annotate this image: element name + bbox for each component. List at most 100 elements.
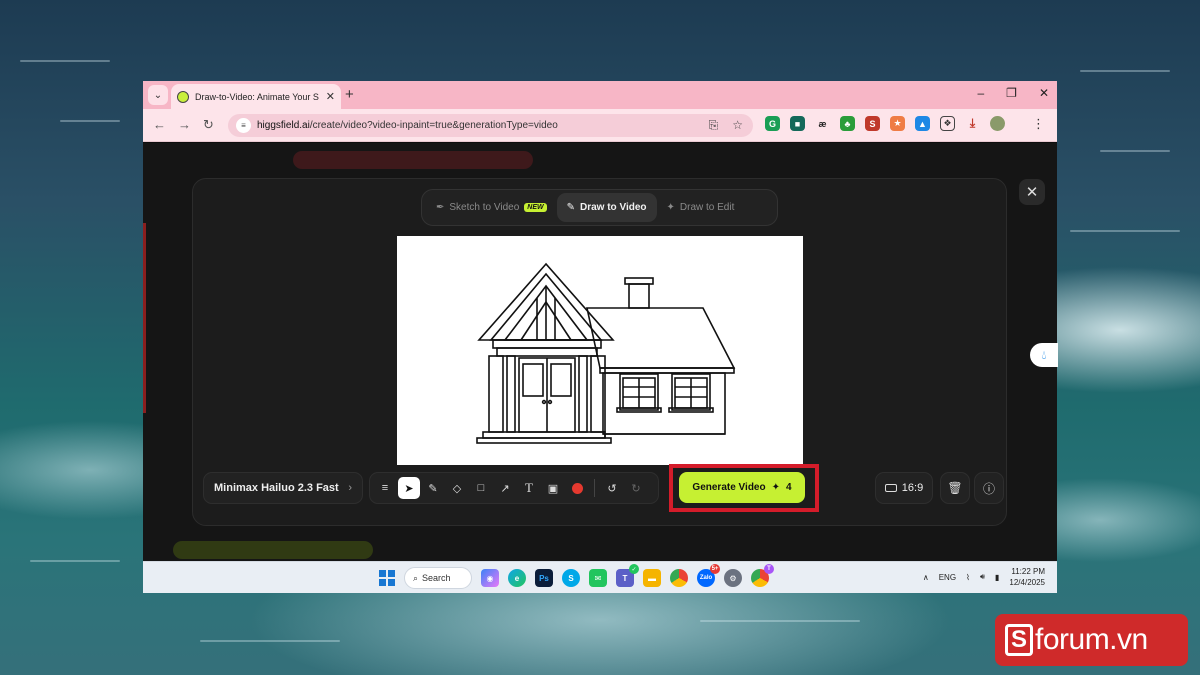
arrow-tool-icon[interactable]: ↗ — [494, 477, 516, 499]
bookmark-star-icon[interactable]: ☆ — [732, 118, 743, 133]
settings-gear-icon[interactable]: ⚙ — [724, 569, 742, 587]
profile-avatar[interactable] — [990, 116, 1005, 131]
floating-drops-widget-icon[interactable]: 💧︎ — [1030, 343, 1058, 367]
language-indicator[interactable]: ENG — [939, 573, 956, 582]
photoshop-icon[interactable]: Ps — [535, 569, 553, 587]
grammarly-extension-icon[interactable]: G — [765, 116, 780, 131]
tab-bar: ⌄ Draw-to-Video: Animate Your S ✕ + – ❐ … — [143, 81, 1057, 109]
zalo-notification-badge: 5+ — [710, 564, 720, 574]
extensions-puzzle-icon[interactable]: ❖ — [940, 116, 955, 131]
edge-icon[interactable]: e — [508, 569, 526, 587]
teams-icon[interactable]: T ✓ — [616, 564, 639, 587]
zalo-icon[interactable]: Zalo 5+ — [697, 564, 720, 587]
chrome-profile-icon[interactable]: T — [751, 564, 774, 587]
extensions-area: G ■ æ ♣ S ★ ▲ ❖ ⤓ — [765, 116, 1005, 131]
sketch-icon: ✒ — [436, 202, 445, 213]
extension-s-icon[interactable]: S — [865, 116, 880, 131]
chimney-cap — [624, 277, 654, 285]
extension-icon-4[interactable]: ♣ — [840, 116, 855, 131]
mode-draw-to-video[interactable]: ✎ Draw to Video — [556, 193, 657, 222]
info-icon[interactable]: ⓘ — [974, 472, 1004, 504]
system-tray: ∧ ENG ⌇ 🔊︎ ▮ 11:22 PM 12/4/2025 — [923, 566, 1045, 588]
site-info-icon[interactable]: ≡ — [236, 118, 251, 133]
skype-icon[interactable]: S — [562, 569, 580, 587]
rectangle-tool-icon[interactable]: □ — [470, 477, 492, 499]
mode-label: Sketch to Video — [449, 202, 520, 213]
pencil-icon: ✎ — [566, 202, 575, 213]
house-sketch — [476, 262, 736, 444]
sparkle-icon: ✦ — [771, 482, 780, 493]
aspect-ratio-label: 16:9 — [901, 482, 924, 494]
address-bar[interactable]: ≡ higgsfield.ai/create/video?video-inpai… — [228, 114, 753, 137]
credit-cost: 4 — [786, 482, 792, 493]
battery-icon[interactable]: ▮ — [995, 573, 999, 582]
mode-label: Draw to Video — [580, 202, 647, 213]
mode-switcher: ✒ Sketch to Video NEW ✎ Draw to Video ✦ … — [421, 189, 778, 226]
aspect-ratio-selector[interactable]: 16:9 — [875, 472, 933, 504]
adjust-sliders-icon[interactable]: ≡ — [374, 477, 396, 499]
higgsfield-favicon-icon — [177, 90, 189, 103]
clock[interactable]: 11:22 PM 12/4/2025 — [1009, 566, 1045, 588]
undo-icon[interactable]: ↺ — [601, 477, 623, 499]
line-chat-icon[interactable]: ✉ — [589, 569, 607, 587]
background-banner — [293, 151, 533, 169]
tab-search-button[interactable]: ⌄ — [148, 85, 168, 105]
windows-start-icon[interactable] — [379, 570, 395, 586]
extension-icon-7[interactable]: ▲ — [915, 116, 930, 131]
text-tool-icon[interactable]: T — [518, 477, 540, 499]
eraser-icon[interactable]: ◇ — [446, 477, 468, 499]
highlight-box: Generate Video ✦ 4 — [669, 464, 819, 512]
restore-icon[interactable]: ❐ — [1006, 86, 1017, 100]
chrome-icon[interactable] — [670, 569, 688, 587]
extension-ae-icon[interactable]: æ — [815, 116, 830, 131]
redo-icon[interactable]: ↻ — [625, 477, 647, 499]
url-host: higgsfield.ai — [257, 120, 310, 131]
generate-label: Generate Video — [692, 482, 766, 493]
tray-chevron-up-icon[interactable]: ∧ — [923, 573, 929, 582]
close-window-icon[interactable]: ✕ — [1039, 86, 1049, 100]
volume-icon[interactable]: 🔊︎ — [980, 572, 985, 582]
image-upload-icon[interactable]: ▣ — [542, 477, 564, 499]
back-icon[interactable]: ← — [153, 117, 166, 132]
windows-taskbar: ⌕ Search ◉ e Ps S ✉ T ✓ ▬ Zalo 5+ ⚙ T ∧ EN… — [143, 561, 1057, 593]
wifi-icon[interactable]: ⌇ — [966, 573, 970, 582]
reload-icon[interactable]: ↻ — [203, 117, 214, 133]
forward-icon[interactable]: → — [178, 117, 191, 132]
mode-label: Draw to Edit — [679, 202, 735, 213]
drawing-canvas[interactable] — [397, 236, 803, 465]
extension-icon-2[interactable]: ■ — [790, 116, 805, 131]
color-picker-button[interactable] — [566, 477, 588, 499]
window-controls: – ❐ ✕ — [977, 86, 1049, 100]
draw-to-video-modal: ✒ Sketch to Video NEW ✎ Draw to Video ✦ … — [192, 178, 1007, 526]
file-explorer-icon[interactable]: ▬ — [643, 569, 661, 587]
generate-video-button[interactable]: Generate Video ✦ 4 — [679, 472, 805, 503]
extension-icon-6[interactable]: ★ — [890, 116, 905, 131]
new-tab-button[interactable]: + — [345, 86, 354, 103]
close-modal-icon[interactable]: ✕ — [1019, 179, 1045, 205]
url-path: /create/video?video-inpaint=true&generat… — [309, 120, 558, 131]
close-tab-icon[interactable]: ✕ — [326, 90, 335, 103]
background-button — [173, 541, 373, 559]
url-text: higgsfield.ai/create/video?video-inpaint… — [257, 120, 558, 131]
background-edge — [143, 223, 146, 413]
browser-menu-icon[interactable]: ⋮ — [1032, 116, 1045, 132]
chimney — [628, 283, 650, 309]
drawing-toolbar: ≡ ➤ ✎ ◇ □ ↗ T ▣ ↺ ↻ — [369, 472, 659, 504]
select-pointer-icon[interactable]: ➤ — [398, 477, 420, 499]
pencil-tool-icon[interactable]: ✎ — [422, 477, 444, 499]
install-app-icon[interactable]: ⎘ — [709, 118, 719, 133]
taskbar-search[interactable]: ⌕ Search — [404, 567, 472, 589]
browser-tab[interactable]: Draw-to-Video: Animate Your S ✕ — [171, 84, 341, 109]
download-icon[interactable]: ⤓ — [965, 116, 980, 131]
copilot-icon[interactable]: ◉ — [481, 569, 499, 587]
delete-trash-icon[interactable]: 🗑 — [940, 472, 970, 504]
mode-draw-to-edit[interactable]: ✦ Draw to Edit — [657, 193, 745, 222]
model-selector[interactable]: Minimax Hailuo 2.3 Fast › — [203, 472, 363, 504]
browser-toolbar: ← → ↻ ≡ higgsfield.ai/create/video?video… — [143, 109, 1057, 142]
red-color-swatch — [571, 482, 583, 494]
new-badge: NEW — [524, 203, 547, 212]
mode-sketch-to-video[interactable]: ✒ Sketch to Video NEW — [426, 193, 557, 222]
teams-status-dot: ✓ — [629, 564, 639, 574]
minimize-icon[interactable]: – — [977, 86, 984, 100]
tab-title: Draw-to-Video: Animate Your S — [195, 91, 319, 102]
